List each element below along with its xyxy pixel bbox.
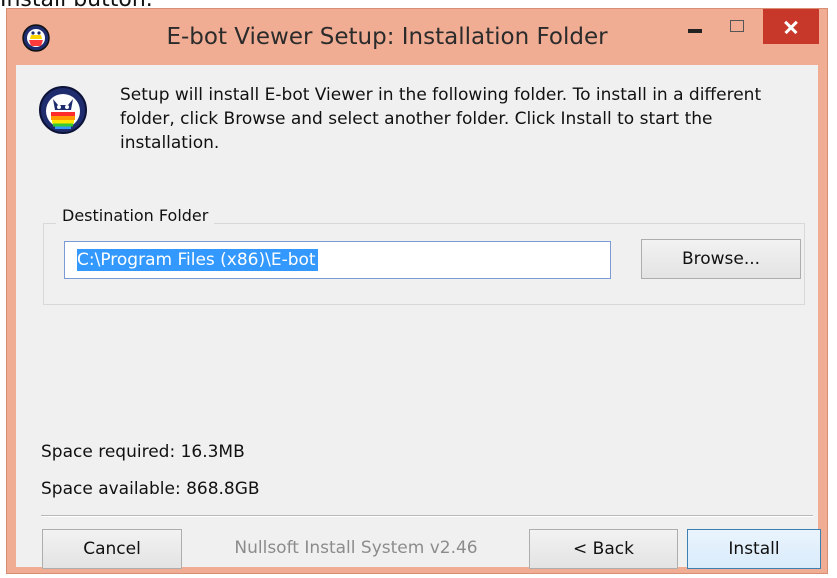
install-button[interactable]: Install (687, 529, 821, 569)
nsis-branding: Nullsoft Install System v2.46 (234, 538, 478, 558)
header-description: Setup will install E-bot Viewer in the f… (120, 85, 762, 153)
title-bar[interactable]: E-bot Viewer Setup: Installation Folder (7, 9, 827, 65)
footer-divider (41, 515, 813, 517)
destination-path-input[interactable]: C:\Program Files (x86)\E-bot (64, 241, 611, 279)
cancel-button[interactable]: Cancel (42, 529, 182, 569)
installer-logo-icon (39, 86, 87, 134)
space-required: Space required: 16.3MB (41, 442, 245, 462)
back-button[interactable]: < Back (529, 529, 678, 569)
installer-window: E-bot Viewer Setup: Installation Folder … (6, 8, 828, 574)
space-available: Space available: 868.8GB (41, 479, 260, 499)
close-button[interactable] (763, 9, 819, 44)
browse-button[interactable]: Browse... (641, 239, 801, 279)
maximize-button[interactable] (715, 9, 757, 44)
destination-path-value: C:\Program Files (x86)\E-bot (77, 249, 318, 271)
destination-folder-label: Destination Folder (56, 205, 215, 227)
minimize-button[interactable] (675, 9, 715, 44)
dialog-body: Setup will install E-bot Viewer in the f… (16, 65, 821, 569)
